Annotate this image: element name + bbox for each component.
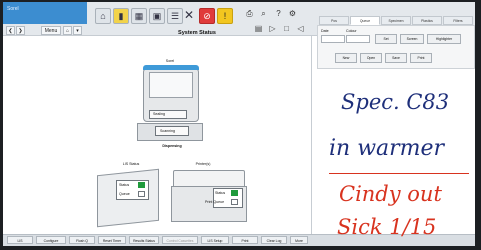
color-label: Colour xyxy=(346,29,357,33)
forward-icon: ❯ xyxy=(18,28,23,34)
note-line-2: in warmer xyxy=(329,136,445,161)
printer-queue-label: Print Queue xyxy=(205,200,225,204)
bottom-button-configure[interactable]: Configure Instrument xyxy=(36,236,66,244)
save-notes-button[interactable]: Save xyxy=(385,53,407,63)
close-button[interactable]: ✕ xyxy=(181,8,197,24)
date-label: Date xyxy=(321,29,329,33)
help-icon: ? xyxy=(276,9,281,18)
home-toolbar-button[interactable]: ⌂ xyxy=(95,8,111,24)
tab-pos[interactable]: Pos xyxy=(319,16,349,25)
bottom-button-results-status[interactable]: Results Status xyxy=(129,236,159,244)
open-button[interactable]: Open xyxy=(360,53,382,63)
tab-queue[interactable]: Queue xyxy=(350,16,380,25)
print-icon: ⎙ xyxy=(246,9,253,18)
menu-button[interactable]: Menu xyxy=(41,26,61,35)
set-button[interactable]: Set xyxy=(375,34,397,44)
bottom-button-reset-timer[interactable]: Reset Timer xyxy=(98,236,126,244)
search-icon: ⌕ xyxy=(261,9,266,18)
app-chip-text: Sorel xyxy=(7,6,19,12)
lis-status-label: Status xyxy=(119,183,130,187)
printer-title: Printer(s) xyxy=(195,162,211,166)
bottom-button-control-cassettes[interactable]: Control Cassettes xyxy=(162,236,198,244)
note-line-3: Cindy out xyxy=(339,182,442,206)
settings-icon: ⚙ xyxy=(288,9,297,18)
grid-button[interactable]: ▦ xyxy=(131,8,147,24)
chevron-down-icon: ▾ xyxy=(76,28,79,34)
alert-circle-icon: ⊘ xyxy=(203,11,211,21)
printer-status-indicator xyxy=(231,190,238,196)
dispensing-label: Dispensing xyxy=(162,144,182,148)
search-button[interactable]: ⌕ xyxy=(258,8,269,19)
bottom-button-more[interactable]: More xyxy=(290,236,308,244)
image-button[interactable]: ▣ xyxy=(149,8,165,24)
lis-status-indicator xyxy=(138,182,145,188)
highlighter-button[interactable]: Highlighter xyxy=(427,34,461,44)
lis-status-title: LIS Status xyxy=(122,162,140,166)
warning-button[interactable]: ! xyxy=(217,8,233,24)
settings-button[interactable]: ⚙ xyxy=(287,8,298,19)
bottom-button-print[interactable]: Print xyxy=(232,236,258,244)
printer-queue-value xyxy=(231,199,238,205)
help-button[interactable]: ? xyxy=(273,8,284,19)
note-line-4: Sick 1/15 xyxy=(337,215,437,239)
bottom-button-lis[interactable]: LIS xyxy=(7,236,33,244)
highlight-button[interactable]: ▮ xyxy=(113,8,129,24)
bottom-button-lis-setup[interactable]: LIS Setup xyxy=(201,236,229,244)
sealing-label: Sealing xyxy=(153,112,165,116)
tab-plastics[interactable]: Plastics xyxy=(412,16,442,25)
highlight-icon: ▮ xyxy=(118,11,124,21)
instrument-label: Sorel xyxy=(165,59,175,63)
close-icon: ✕ xyxy=(183,8,195,22)
note-divider xyxy=(329,173,469,174)
tab-specimen[interactable]: Specimen xyxy=(381,16,411,25)
lis-queue-value xyxy=(138,191,145,197)
instrument-light-bar xyxy=(143,65,199,70)
date-field[interactable] xyxy=(321,35,345,43)
back-icon: ❮ xyxy=(8,28,13,34)
home-icon: ⌂ xyxy=(65,28,70,34)
scanning-label: Scanning xyxy=(160,129,175,133)
list-icon: ☰ xyxy=(170,11,180,21)
bottom-button-clear-log[interactable]: Clear Log xyxy=(261,236,287,244)
expand-button[interactable]: ▾ xyxy=(73,26,82,35)
bottom-button-flush[interactable]: Flush Q xyxy=(69,236,95,244)
warning-icon: ! xyxy=(223,11,227,21)
note-line-1: Spec. C83 xyxy=(341,90,450,114)
home-button[interactable]: ⌂ xyxy=(63,26,72,35)
screen-button[interactable]: Screen xyxy=(400,34,424,44)
alert-button[interactable]: ⊘ xyxy=(199,8,215,24)
grid-icon: ▦ xyxy=(134,11,144,21)
screen: Sorel ❮ ❯ Menu ⌂ ▾ ⌂ ▮ ▦ ▣ ☰ ✕ ⊘ ! ⎙ ⌕ ?… xyxy=(3,2,475,246)
print-button[interactable]: ⎙ xyxy=(244,8,255,19)
printer-status-label: Status xyxy=(215,191,226,195)
instrument-window xyxy=(149,72,193,98)
forward-button[interactable]: ❯ xyxy=(16,26,25,35)
color-field[interactable] xyxy=(346,35,370,43)
back-button[interactable]: ❮ xyxy=(6,26,15,35)
tab-filters[interactable]: Filters xyxy=(443,16,473,25)
lis-queue-label: Queue xyxy=(119,192,130,196)
image-icon: ▣ xyxy=(152,11,162,21)
new-button[interactable]: New xyxy=(335,53,357,63)
print-notes-button[interactable]: Print xyxy=(410,53,432,63)
app-chip: Sorel xyxy=(3,2,87,24)
home-icon: ⌂ xyxy=(100,11,106,21)
